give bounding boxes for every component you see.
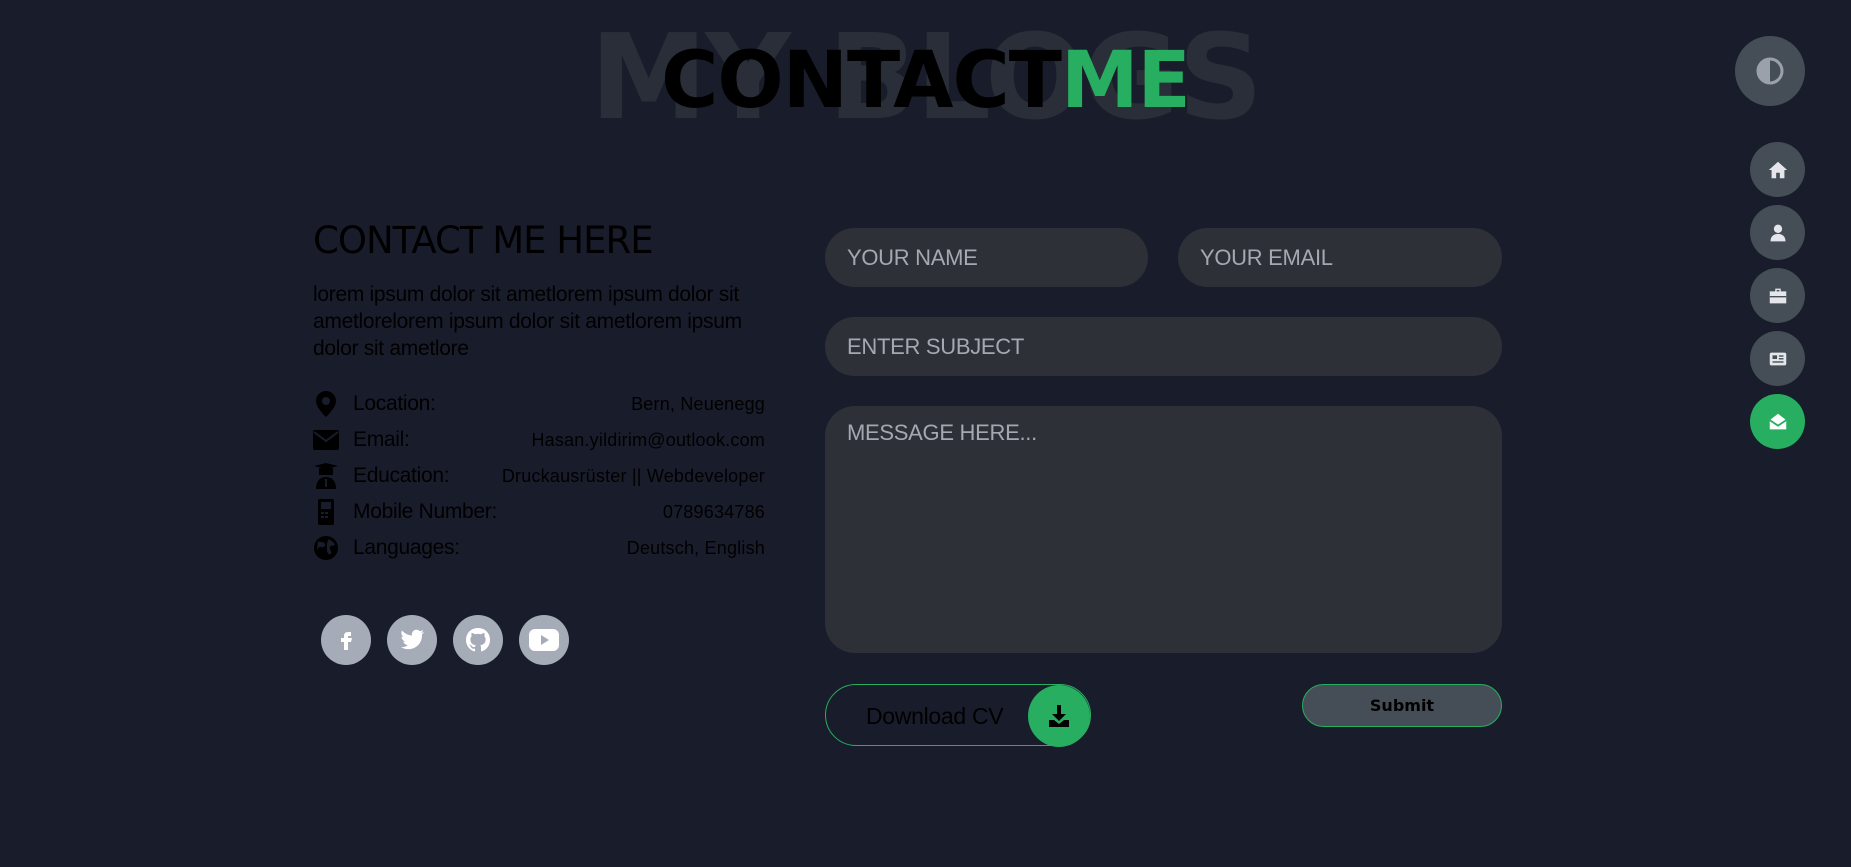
graduate-icon [313,463,339,489]
youtube-icon [529,629,559,651]
facebook-link[interactable] [321,615,371,665]
contact-info-section: CONTACT ME HERE lorem ipsum dolor sit am… [313,215,765,566]
info-label-education: Education: [353,464,450,487]
info-label-languages: Languages: [353,536,460,559]
nav-contact-button[interactable] [1750,394,1805,449]
page-title: CONTACTME [0,36,1851,126]
download-cv-label: Download CV [866,703,1004,729]
social-links [321,615,585,665]
contact-intro-text: lorem ipsum dolor sit ametlorem ipsum do… [313,283,742,360]
info-value-email: Hasan.yildirim@outlook.com [531,429,765,450]
location-pin-icon [313,391,339,417]
message-textarea[interactable]: MESSAGE HERE... [825,406,1502,653]
info-value-languages: Deutsch, English [626,537,765,558]
contact-heading: CONTACT ME HERE [313,219,654,262]
page-title-main: CONTACT [661,36,1062,126]
info-row-location: Location: Bern, Neuenegg [313,386,765,422]
info-row-mobile: Mobile Number: 0789634786 [313,494,765,530]
info-row-education: Education: Druckausrüster || Webdevelope… [313,458,765,494]
home-icon [1768,161,1787,178]
email-input[interactable]: YOUR EMAIL [1178,228,1502,287]
nav-portfolio-button[interactable] [1750,268,1805,323]
youtube-link[interactable] [519,615,569,665]
briefcase-icon [1769,288,1786,303]
nav-about-button[interactable] [1750,205,1805,260]
newspaper-icon [1769,352,1786,365]
info-value-location: Bern, Neuenegg [631,393,765,414]
envelope-icon [313,427,339,453]
contrast-icon [1756,57,1784,85]
name-input[interactable]: YOUR NAME [825,228,1148,287]
envelope-open-icon [1768,413,1787,429]
subject-input[interactable]: ENTER SUBJECT [825,317,1502,376]
nav-home-button[interactable] [1750,142,1805,197]
info-value-mobile: 0789634786 [662,501,765,522]
nav-blogs-button[interactable] [1750,331,1805,386]
submit-button[interactable]: Submit [1302,684,1502,727]
github-link[interactable] [453,615,503,665]
download-icon [1028,685,1090,747]
twitter-link[interactable] [387,615,437,665]
mobile-phone-icon [313,499,339,525]
facebook-icon [341,632,352,650]
page-title-accent: ME [1060,36,1191,126]
info-row-email: Email: Hasan.yildirim@outlook.com [313,422,765,458]
info-label-location: Location: [353,392,436,415]
globe-icon [313,535,339,561]
download-cv-button[interactable]: Download CV [825,684,1091,747]
theme-toggle-button[interactable] [1735,36,1805,106]
info-label-email: Email: [353,428,410,451]
side-navigation [1750,142,1805,457]
info-row-languages: Languages: Deutsch, English [313,530,765,566]
github-icon [466,628,490,652]
user-icon [1770,224,1785,241]
info-label-mobile: Mobile Number: [353,500,498,523]
info-value-education: Druckausrüster || Webdeveloper [501,465,765,486]
contact-info-list: Location: Bern, Neuenegg Email: Hasan.yi… [313,386,765,566]
twitter-icon [401,629,424,650]
